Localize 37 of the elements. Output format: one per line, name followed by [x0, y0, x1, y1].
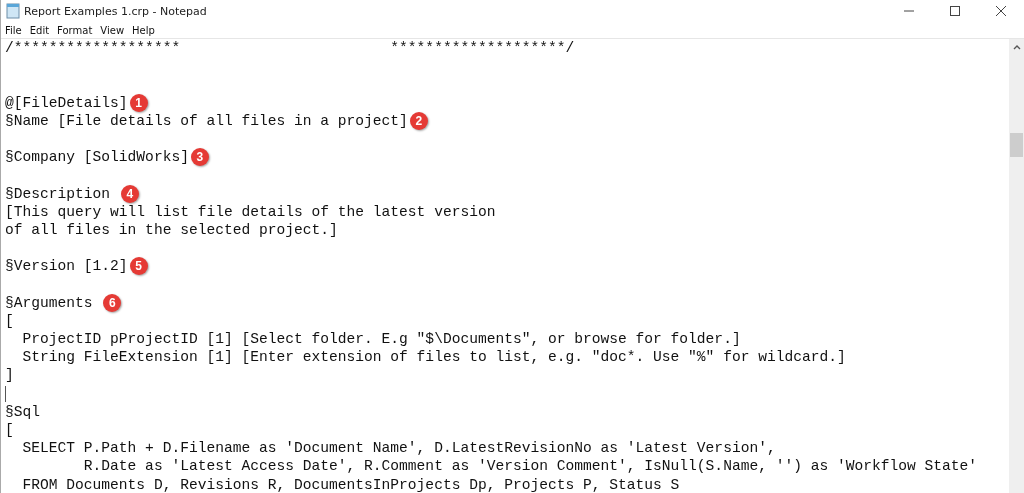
code-line: §Arguments: [5, 294, 94, 311]
menu-item[interactable]: View: [100, 24, 125, 36]
code-line: §Description: [5, 185, 112, 202]
code-line: [: [5, 312, 14, 329]
number-badge: 5: [129, 257, 148, 276]
number-badge: 4: [120, 184, 139, 203]
menu-item[interactable]: Help: [132, 24, 155, 36]
menu-item[interactable]: Edit: [29, 24, 50, 36]
scrollbar[interactable]: [1009, 39, 1024, 493]
code-line: /******************* ********************/: [5, 40, 575, 57]
number-badge: 6: [103, 293, 122, 312]
code-line: ProjectID pProjectID [1] [Select folder. E.g "$\Documents", or browse for folder.]: [21, 331, 741, 348]
code-line: @[FileDetails]: [5, 94, 128, 111]
code-line: §Sql: [5, 403, 41, 420]
number-badge: 1: [129, 93, 148, 112]
scroll-thumb[interactable]: [1010, 133, 1023, 157]
menu-item[interactable]: Format: [57, 24, 93, 36]
code-line: FROM Documents D, Revisions R, DocumentsInProjects Dp, Projects P, Status S: [21, 476, 680, 493]
code-line: §Company [SolidWorks]: [5, 149, 189, 166]
notepad-icon: [6, 3, 20, 19]
code-line: SELECT P.Path + D.Filename as 'Document Name', D.LatestRevisionNo as 'Latest Version',: [21, 440, 776, 457]
menu-item[interactable]: File: [5, 24, 22, 36]
maximize-icon[interactable]: [949, 5, 961, 17]
code-line: [This query will list file details of the latest version: [5, 203, 496, 220]
scroll-up-icon[interactable]: [1012, 44, 1021, 50]
code-line: ]: [5, 367, 14, 384]
text-cursor: [5, 385, 6, 402]
number-badge: 2: [409, 111, 428, 130]
code-line: R.Date as 'Latest Access Date', R.Comment as 'Version Comment', IsNull(S.Name, '') as 'Workflow State': [82, 458, 978, 475]
window-title: Report Examples 1.crp - Notepad: [24, 4, 207, 18]
close-icon[interactable]: [995, 5, 1007, 17]
code-line: [: [5, 422, 14, 439]
code-line: §Version [1.2]: [5, 258, 128, 275]
code-line: of all files in the selected project.]: [5, 221, 338, 238]
number-badge: 3: [190, 148, 209, 167]
code-line: §Name [File details of all files in a project]: [5, 112, 408, 129]
code-line: String FileExtension [1] [Enter extension of files to list, e.g. "doc*. Use "%" for wildcard.]: [21, 349, 846, 366]
